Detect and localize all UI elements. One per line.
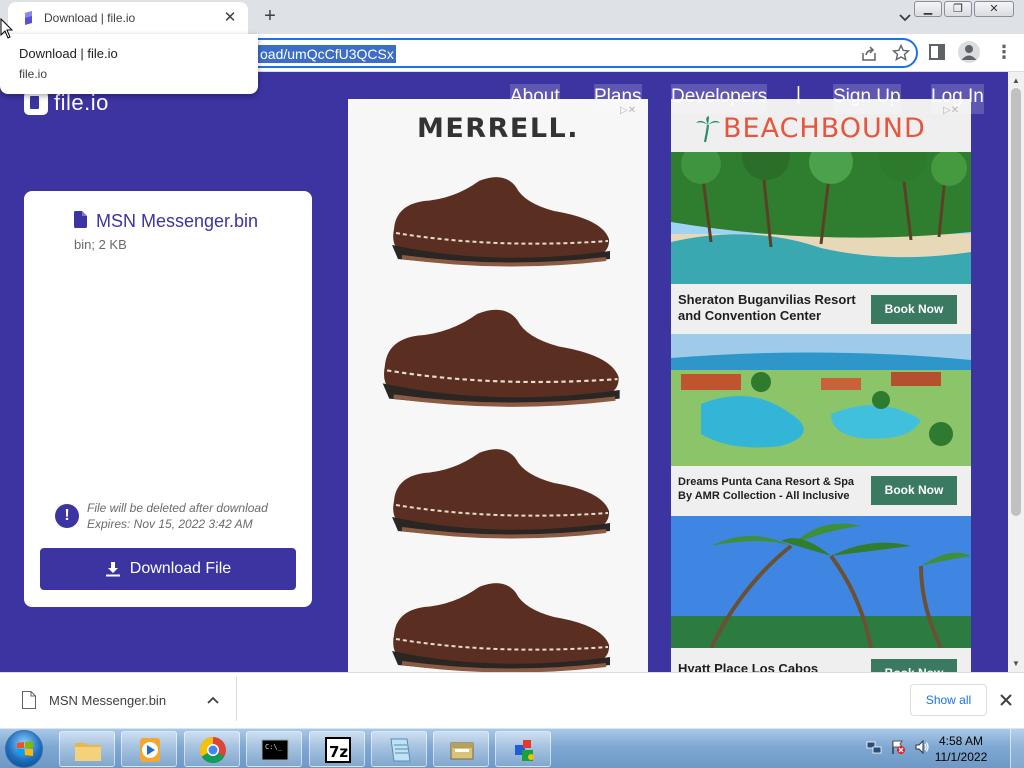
hotel-name[interactable]: Sheraton Buganvilias Resort and Conventi…	[678, 292, 868, 324]
book-now-button[interactable]: Book Now	[871, 476, 957, 505]
taskbar-blocks-app[interactable]	[495, 731, 551, 767]
tab-download-fileio[interactable]: Download | file.io ✕	[8, 2, 248, 34]
taskbar-media-player[interactable]	[121, 731, 177, 767]
download-icon	[105, 562, 120, 577]
deletion-notice: File will be deleted after download Expi…	[87, 500, 268, 532]
side-panel-icon[interactable]	[929, 44, 945, 60]
download-shelf: MSN Messenger.bin Show all	[0, 672, 1024, 728]
address-bar-url[interactable]: oad/umQcCfU3QCSx	[258, 45, 396, 63]
svg-text:7z: 7z	[329, 743, 348, 761]
bookmark-star-icon[interactable]	[892, 44, 910, 62]
book-now-button[interactable]: Book Now	[871, 659, 957, 672]
nav-log-in[interactable]: Log In	[931, 84, 984, 114]
nav-plans[interactable]: Plans	[594, 84, 642, 114]
media-player-icon	[140, 738, 160, 762]
window-controls: ▁ ❐ ✕	[914, 1, 1014, 17]
nav-separator: |	[796, 84, 801, 105]
fileio-logo-mark-icon	[24, 91, 48, 115]
tooltip-title: Download | file.io	[19, 46, 118, 61]
shoe-image	[382, 309, 620, 407]
tab-search-chevron-icon[interactable]	[896, 8, 914, 26]
fileio-favicon-icon	[25, 11, 32, 25]
browser-tab-strip: Download | file.io ✕ + ▁ ❐ ✕	[0, 0, 1024, 34]
notepad-icon	[390, 738, 411, 762]
tab-hover-tooltip: Download | file.io file.io	[0, 34, 258, 94]
scrollbar-thumb[interactable]	[1011, 88, 1021, 516]
shelf-divider	[236, 677, 237, 721]
merrell-logo: MERRELL.	[416, 113, 579, 144]
page-viewport: file.io About Plans Developers | Sign Up…	[0, 72, 1008, 672]
tab-close-icon[interactable]: ✕	[222, 10, 238, 26]
folder-icon	[75, 743, 101, 761]
new-tab-plus-icon[interactable]: +	[259, 6, 281, 28]
browser-menu-kebab-icon[interactable]: ⋮	[995, 41, 1013, 63]
chevron-up-icon[interactable]	[206, 693, 220, 707]
taskbar-notepad[interactable]	[371, 731, 427, 767]
shoe-image	[392, 449, 610, 539]
nav-sign-up[interactable]: Sign Up	[833, 84, 901, 114]
windows-logo-icon	[17, 741, 33, 756]
hotel-photo-beach	[671, 152, 971, 284]
clock-date: 11/1/2022	[934, 750, 988, 764]
show-desktop-button[interactable]	[1010, 729, 1024, 768]
network-icon[interactable]	[866, 739, 882, 755]
7zip-icon: 7z	[325, 737, 351, 763]
taskbar-chrome[interactable]	[184, 731, 240, 767]
command-prompt-icon: C:\_	[261, 739, 289, 761]
chrome-icon	[199, 736, 226, 764]
download-file-label: Download File	[129, 560, 232, 577]
maximize-button[interactable]: ❐	[944, 1, 972, 17]
tab-title: Download | file.io	[44, 11, 136, 25]
share-icon[interactable]	[860, 45, 878, 63]
beachbound-logo: BEACHBOUND	[695, 113, 926, 144]
hotel-photo-resort	[671, 334, 971, 466]
nav-about[interactable]: About	[510, 84, 560, 114]
hotel-photo-palms	[671, 516, 971, 648]
taskbar-7zip[interactable]: 7z	[309, 731, 365, 767]
beachbound-ad[interactable]: ▷✕ BEACHBOUND Sheraton Buganvilias Resor…	[671, 99, 971, 672]
file-name: MSN Messenger.bin	[96, 211, 259, 231]
shoe-image	[392, 583, 610, 672]
downloaded-file-icon	[22, 691, 36, 709]
scroll-down-arrow-icon[interactable]: ▼	[1012, 659, 1020, 668]
notice-line-expires: Expires: Nov 15, 2022 3:42 AM	[87, 517, 253, 531]
taskbar-clock[interactable]: 4:58 AM 11/1/2022	[928, 733, 994, 765]
close-shelf-icon[interactable]	[998, 692, 1014, 708]
merrell-ad[interactable]: ▷✕ MERRELL.	[348, 99, 648, 672]
show-all-button[interactable]: Show all	[910, 684, 987, 716]
action-center-flag-icon[interactable]	[890, 739, 906, 755]
hotel-name[interactable]: Hyatt Place Los Cabos	[678, 661, 868, 672]
file-meta: bin; 2 KB	[74, 237, 127, 252]
clock-time: 4:58 AM	[938, 734, 984, 748]
colored-blocks-icon	[515, 740, 534, 761]
taskbar-explorer[interactable]	[59, 731, 115, 767]
close-window-button[interactable]: ✕	[974, 1, 1014, 17]
shoe-image	[392, 177, 610, 267]
archive-icon	[450, 742, 474, 760]
taskbar-archive-tool[interactable]	[433, 731, 489, 767]
notice-line-delete: File will be deleted after download	[87, 501, 268, 515]
svg-text:C:\_: C:\_	[265, 743, 283, 751]
download-file-button[interactable]: Download File	[40, 548, 296, 590]
mouse-pointer-icon	[0, 18, 14, 39]
minimize-button[interactable]: ▁	[914, 1, 942, 17]
system-tray	[866, 739, 930, 755]
file-download-card: MSN Messenger.bin bin; 2 KB ! File will …	[24, 191, 312, 607]
nav-developers[interactable]: Developers	[671, 84, 768, 114]
taskbar-cmd[interactable]: C:\_	[246, 731, 302, 767]
exclamation-icon: !	[55, 504, 79, 528]
start-button[interactable]	[5, 730, 43, 768]
tooltip-domain: file.io	[19, 67, 48, 81]
palm-tree-icon	[696, 115, 720, 142]
file-icon	[74, 211, 87, 228]
hotel-name[interactable]: Dreams Punta Cana Resort & Spa By AMR Co…	[678, 475, 868, 503]
book-now-button[interactable]: Book Now	[871, 295, 957, 324]
beachbound-brand: BEACHBOUND	[723, 113, 926, 144]
scroll-up-arrow-icon[interactable]: ▲	[1012, 76, 1020, 85]
downloaded-file-name[interactable]: MSN Messenger.bin	[49, 693, 166, 708]
profile-avatar-icon[interactable]	[958, 41, 980, 63]
page-scrollbar[interactable]: ▲ ▼	[1008, 72, 1024, 672]
windows-taskbar: C:\_ 7z 4:58 AM 11/1/2022	[0, 728, 1024, 768]
